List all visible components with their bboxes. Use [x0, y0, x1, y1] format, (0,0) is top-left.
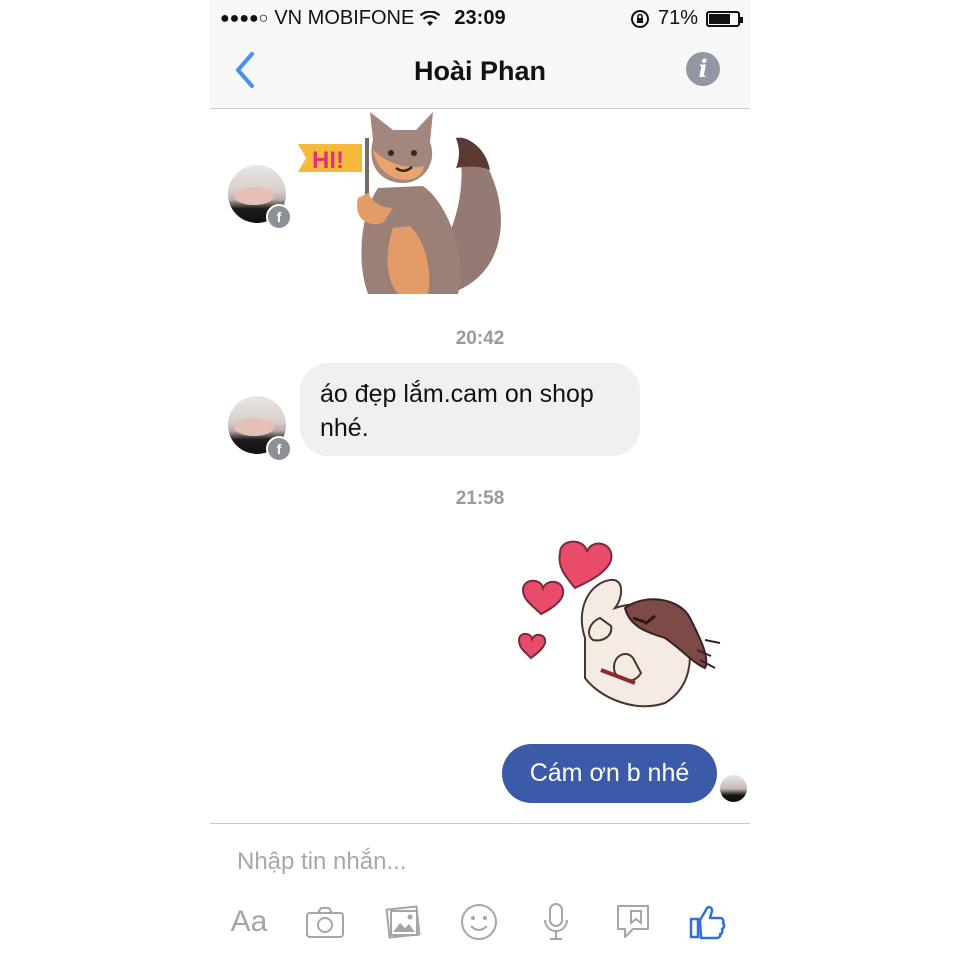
emoji-icon — [461, 904, 497, 940]
microphone-icon — [544, 903, 568, 940]
like-icon — [689, 905, 726, 940]
info-icon[interactable]: i — [686, 52, 720, 86]
gallery-button[interactable] — [381, 900, 425, 944]
contact-name[interactable]: Hoài Phan — [210, 56, 750, 87]
messenger-screen: ●●●●○ VN MOBIFONE 23:09 71% Hoài Phan i … — [210, 0, 750, 961]
dog-hearts-sticker[interactable] — [515, 538, 725, 713]
read-receipt-avatar — [720, 775, 747, 802]
timestamp: 21:58 — [455, 488, 505, 509]
message-input[interactable]: Nhập tin nhắn... — [237, 848, 406, 876]
text-format-button[interactable]: Aa — [227, 900, 271, 944]
sticker-icon — [617, 905, 649, 938]
sticker-button[interactable] — [611, 900, 655, 944]
fox-sticker[interactable]: HI! — [298, 108, 508, 298]
facebook-badge-icon: f — [266, 204, 292, 230]
message-composer: Nhập tin nhắn... Aa — [210, 823, 750, 961]
camera-button[interactable] — [303, 900, 347, 944]
battery-percent: 71% — [657, 7, 698, 29]
voice-button[interactable] — [534, 900, 578, 944]
outgoing-message-bubble[interactable]: Cám ơn b nhé — [502, 744, 717, 803]
battery-info: 71% — [630, 7, 743, 30]
hi-sign-text: HI! — [312, 147, 344, 174]
facebook-badge-icon: f — [266, 436, 292, 462]
timestamp: 20:42 — [455, 328, 505, 349]
incoming-message-bubble[interactable]: áo đẹp lắm.cam on shop nhé. — [300, 363, 640, 456]
gallery-icon — [385, 905, 421, 939]
like-button[interactable] — [685, 900, 729, 944]
status-bar: ●●●●○ VN MOBIFONE 23:09 71% — [210, 0, 750, 36]
battery-icon — [706, 10, 743, 27]
camera-icon — [306, 907, 344, 938]
rotation-lock-icon — [630, 9, 649, 28]
composer-toolbar: Aa — [210, 900, 750, 948]
emoji-button[interactable] — [457, 900, 501, 944]
battery-fill — [709, 13, 731, 24]
conversation-header: Hoài Phan i — [210, 36, 750, 109]
